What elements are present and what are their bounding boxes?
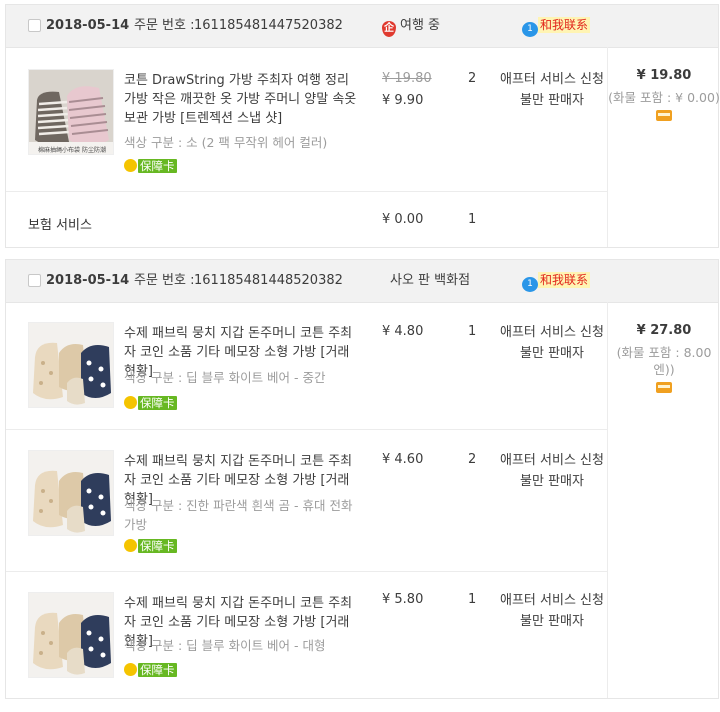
- product-thumbnail[interactable]: [28, 322, 114, 408]
- contact-seller-label: 和我联系: [538, 17, 591, 33]
- order-date: 2018-05-14: [46, 273, 130, 288]
- shop-name-link[interactable]: 사오 판 백화점: [390, 272, 470, 290]
- product-thumbnail[interactable]: 棉麻抽绳小布袋 防尘防潮: [28, 69, 114, 155]
- order-item-row: 수제 패브릭 뭉치 지갑 돈주머니 코튼 주최자 코인 소품 기타 메모장 소형…: [6, 430, 607, 572]
- order-date: 2018-05-14: [46, 18, 130, 33]
- insurance-price: ¥ 0.00: [382, 212, 424, 227]
- pouch-image: [29, 593, 113, 677]
- unit-price: ¥ 5.80: [382, 592, 424, 607]
- order-total: ¥ 27.80: [636, 323, 692, 338]
- complain-seller-link[interactable]: 불만 판매자: [500, 90, 604, 111]
- order-number: 161185481448520382: [194, 273, 343, 288]
- order-header: 2018-05-14 주문 번호 : 161185481448520382 사오…: [6, 260, 718, 303]
- tmall-shield-icon: 企: [382, 21, 396, 37]
- order-header: 2018-05-14 주문 번호 : 161185481447520382 企여…: [6, 5, 718, 48]
- after-sales-link[interactable]: 애프터 서비스 신청: [500, 590, 604, 611]
- pouch-image: [29, 323, 113, 407]
- product-attributes: 색상 구분 : 소 (2 팩 무작위 헤어 컬러): [124, 135, 328, 150]
- after-sales-link[interactable]: 애프터 서비스 신청: [500, 69, 604, 90]
- after-sales-link[interactable]: 애프터 서비스 신청: [500, 322, 604, 343]
- insurance-label: 보험 서비스: [28, 218, 92, 233]
- coin-icon: [124, 396, 137, 409]
- order-select-checkbox[interactable]: [28, 19, 41, 32]
- chat-bubble-icon: 1: [522, 22, 538, 37]
- drawstring-bag-image: 棉麻抽绳小布袋 防尘防潮: [29, 70, 113, 154]
- guarantee-label: 保障卡: [138, 396, 177, 410]
- quantity: 1: [468, 324, 477, 339]
- guarantee-badge[interactable]: 保障卡: [124, 538, 177, 554]
- product-title-link[interactable]: 코튼 DrawString 가방 주최자 여행 정리 가방 작은 깨끗한 옷 가…: [124, 71, 364, 128]
- guarantee-badge[interactable]: 保障卡: [124, 395, 177, 411]
- order-number-label: 주문 번호 :: [134, 18, 195, 33]
- product-thumbnail[interactable]: [28, 450, 114, 536]
- after-sales-link[interactable]: 애프터 서비스 신청: [500, 450, 604, 471]
- chat-bubble-icon: 1: [522, 277, 538, 292]
- product-attributes: 색상 구분 : 진한 파란색 흰색 곰 - 휴대 전화 가방: [124, 498, 353, 532]
- guarantee-badge[interactable]: 保障卡: [124, 158, 177, 174]
- thumb-caption: 棉麻抽绳小布袋 防尘防潮: [38, 146, 106, 154]
- order-total: ¥ 19.80: [636, 68, 692, 83]
- complain-seller-link[interactable]: 불만 판매자: [500, 343, 604, 364]
- quantity: 1: [468, 592, 477, 607]
- order-total-cell: ¥ 27.80 (화물 포함 : 8.00 엔)): [608, 322, 720, 397]
- quantity: 2: [468, 71, 477, 86]
- order-select-checkbox[interactable]: [28, 274, 41, 287]
- order-number: 161185481447520382: [194, 18, 343, 33]
- original-price: ¥ 19.80: [382, 71, 432, 86]
- order-item-row: 수제 패브릭 뭉치 지갑 돈주머니 코튼 주최자 코인 소품 기타 메모장 소형…: [6, 302, 607, 430]
- order-item-row: 수제 패브릭 뭉치 지갑 돈주머니 코튼 주최자 코인 소품 기타 메모장 소형…: [6, 572, 607, 698]
- guarantee-badge[interactable]: 保障卡: [124, 662, 177, 678]
- product-attributes: 색상 구분 : 딥 블루 화이트 베어 - 대형: [124, 638, 326, 653]
- shipping-fee: (화물 포함 : 8.00 엔)): [616, 345, 712, 377]
- order-item-row: 棉麻抽绳小布袋 防尘防潮 코튼 DrawString 가방 주최자 여행 정리 …: [6, 47, 607, 192]
- product-thumbnail[interactable]: [28, 592, 114, 678]
- order-number-label: 주문 번호 :: [134, 273, 195, 288]
- insurance-qty: 1: [468, 212, 477, 227]
- contact-seller-button[interactable]: 1 和我联系: [522, 272, 591, 292]
- payment-card-icon[interactable]: [656, 382, 672, 393]
- shipping-fee: (화물 포함 : ¥ 0.00): [608, 90, 720, 105]
- order-card: 2018-05-14 주문 번호 : 161185481448520382 사오…: [5, 259, 719, 699]
- unit-price: ¥ 4.60: [382, 452, 424, 467]
- product-attributes: 색상 구분 : 딥 블루 화이트 베어 - 중간: [124, 370, 326, 385]
- coin-icon: [124, 663, 137, 676]
- coin-icon: [124, 159, 137, 172]
- coin-icon: [124, 539, 137, 552]
- quantity: 2: [468, 452, 477, 467]
- contact-seller-label: 和我联系: [538, 272, 591, 288]
- unit-price: ¥ 9.90: [382, 93, 424, 108]
- payment-card-icon[interactable]: [656, 110, 672, 121]
- pouch-image: [29, 451, 113, 535]
- guarantee-label: 保障卡: [138, 539, 177, 553]
- complain-seller-link[interactable]: 불만 판매자: [500, 471, 604, 492]
- complain-seller-link[interactable]: 불만 판매자: [500, 611, 604, 632]
- shop-link[interactable]: 企 여행 중: [382, 17, 440, 37]
- insurance-row: 보험 서비스 ¥ 0.00 1: [6, 192, 607, 247]
- contact-seller-button[interactable]: 1 和我联系: [522, 17, 591, 37]
- order-card: 2018-05-14 주문 번호 : 161185481447520382 企여…: [5, 4, 720, 248]
- order-total-cell: ¥ 19.80 (화물 포함 : ¥ 0.00): [608, 67, 720, 125]
- unit-price: ¥ 4.80: [382, 324, 424, 339]
- guarantee-label: 保障卡: [138, 663, 177, 677]
- guarantee-label: 保障卡: [138, 159, 177, 173]
- shop-name: 여행 중: [400, 18, 441, 33]
